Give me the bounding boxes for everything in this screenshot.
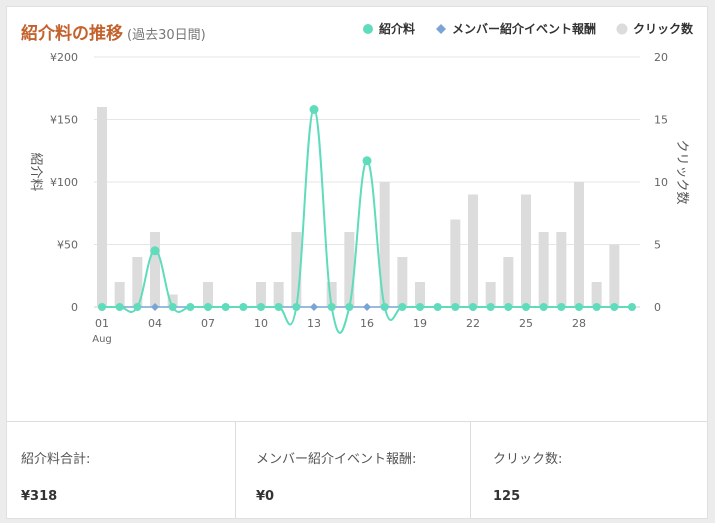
x-tick-label: 22 (466, 317, 480, 330)
x-tick-label: 19 (413, 317, 427, 330)
x-tick-label: 10 (254, 317, 268, 330)
x-tick-label: 01 (95, 317, 109, 330)
click-bar (397, 257, 408, 307)
referral-fee-point (309, 105, 319, 114)
x-tick-label: 16 (360, 317, 374, 330)
summary-referral-total: 紹介料合計: ¥318 (7, 422, 236, 519)
y-tick-label: 0 (71, 301, 78, 314)
y2-tick-label: 5 (654, 239, 661, 252)
dot-icon (616, 23, 628, 34)
click-bar (450, 219, 461, 307)
click-bar (521, 194, 531, 307)
referral-fee-point (204, 303, 212, 311)
summary-label: 紹介料合計: (21, 452, 91, 467)
x-tick-label: 04 (148, 317, 162, 330)
referral-fee-point (150, 246, 160, 256)
referral-fee-point (186, 303, 195, 311)
referral-fee-point (345, 303, 354, 311)
summary-value: ¥318 (21, 489, 58, 504)
summary-value: ¥0 (256, 489, 275, 504)
summary-clicks: クリック数: 125 (471, 422, 707, 519)
referral-fee-point (257, 303, 265, 311)
chart-legend: 紹介料 メンバー紹介イベント報酬 クリック数 (342, 20, 693, 37)
referral-chart-card: 紹介料の推移 (過去30日間) 紹介料 メンバー紹介イベント報酬 クリック数 0… (6, 6, 708, 519)
chart-title: 紹介料の推移 (21, 24, 123, 44)
member-reward-point (363, 303, 371, 311)
referral-fee-point (239, 303, 248, 311)
referral-fee-point (628, 303, 636, 311)
referral-fee-point (522, 303, 530, 311)
legend-item-member-event-reward[interactable]: メンバー紹介イベント報酬 (435, 20, 596, 37)
y2-axis-label: クリック数 (674, 139, 689, 204)
referral-fee-point (168, 303, 177, 311)
referral-fee-point (575, 303, 583, 311)
dot-icon (362, 23, 373, 34)
x-tick-label: 13 (307, 317, 321, 330)
referral-fee-point (416, 303, 424, 311)
referral-fee-point (98, 303, 106, 311)
referral-fee-point (610, 303, 619, 311)
referral-fee-point (557, 303, 566, 311)
click-bar (609, 244, 620, 307)
y-tick-label: ¥200 (50, 51, 78, 64)
referral-fee-point (398, 303, 407, 311)
click-bar (468, 194, 478, 307)
y-tick-label: ¥150 (50, 114, 78, 127)
click-bar (574, 182, 584, 307)
referral-fee-point (380, 303, 389, 311)
diamond-icon (435, 23, 446, 34)
combo-chart: 0 ¥50 ¥100 ¥150 ¥200 0 5 10 15 20 紹介料 クリック数 01 Aug 04 0… (28, 51, 689, 345)
legend-item-referral-fee[interactable]: 紹介料 (362, 20, 415, 37)
referral-fee-point (327, 303, 336, 311)
click-bar (150, 232, 160, 307)
summary-panel: 紹介料合計: ¥318 メンバー紹介イベント報酬: ¥0 クリック数: 125 (7, 421, 707, 519)
member-reward-point (310, 303, 318, 311)
y2-tick-label: 0 (654, 301, 661, 314)
legend-label: 紹介料 (378, 22, 415, 36)
x-tick-sublabel: Aug (92, 334, 112, 345)
x-tick-label: 07 (201, 317, 215, 330)
legend-label: メンバー紹介イベント報酬 (451, 22, 596, 36)
x-tick-label: 28 (572, 317, 586, 330)
summary-label: メンバー紹介イベント報酬: (256, 452, 417, 467)
summary-member-event-reward: メンバー紹介イベント報酬: ¥0 (236, 422, 471, 519)
referral-fee-line (102, 108, 632, 334)
y-tick-label: ¥100 (50, 176, 78, 189)
referral-fee-point (133, 303, 142, 311)
y2-tick-label: 20 (654, 51, 668, 64)
chart-subtitle: (過去30日間) (127, 28, 206, 43)
referral-fee-point (486, 303, 495, 311)
referral-fee-point (592, 303, 601, 311)
summary-value: 125 (493, 489, 521, 504)
chart-header: 紹介料の推移 (過去30日間) (21, 19, 206, 44)
y2-tick-label: 10 (654, 176, 668, 189)
referral-fee-point (362, 156, 372, 166)
summary-label: クリック数: (493, 452, 563, 467)
referral-fee-point (115, 303, 124, 311)
referral-fee-point (292, 303, 301, 311)
click-bar (538, 232, 549, 307)
referral-fee-point (274, 303, 283, 311)
referral-fee-point (433, 303, 442, 311)
y-axis-label: 紹介料 (28, 152, 43, 191)
x-tick-label: 25 (519, 317, 533, 330)
y2-tick-label: 15 (654, 114, 668, 127)
legend-item-clicks[interactable]: クリック数 (616, 20, 693, 37)
click-bar (97, 107, 107, 307)
referral-fee-point (539, 303, 548, 311)
y-tick-label: ¥50 (57, 239, 78, 252)
referral-fee-point (221, 303, 230, 311)
click-bar (344, 232, 355, 307)
referral-fee-point (504, 303, 513, 311)
referral-fee-point (469, 303, 477, 311)
legend-label: クリック数 (632, 22, 693, 36)
click-bar (503, 257, 514, 307)
click-bar (556, 232, 567, 307)
referral-fee-point (451, 303, 460, 311)
